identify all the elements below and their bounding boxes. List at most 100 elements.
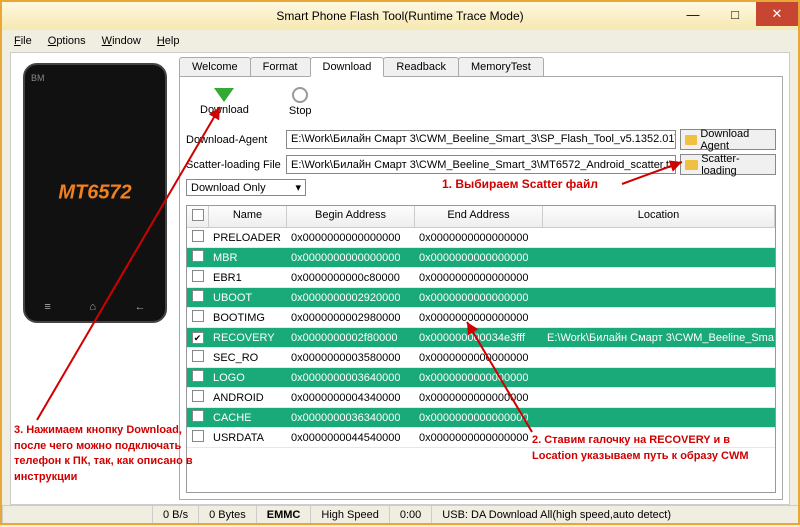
cell-begin: 0x0000000036340000 xyxy=(287,412,415,424)
cell-begin: 0x0000000002980000 xyxy=(287,312,415,324)
cell-end: 0x0000000000000000 xyxy=(415,392,543,404)
row-checkbox[interactable] xyxy=(192,410,204,422)
scatter-label: Scatter-loading File xyxy=(186,159,282,171)
status-usb: USB: DA Download All(high speed,auto det… xyxy=(431,506,798,523)
tab-welcome[interactable]: Welcome xyxy=(179,57,251,77)
cell-end: 0x0000000000000000 xyxy=(415,432,543,444)
title-bar: Smart Phone Flash Tool(Runtime Trace Mod… xyxy=(2,2,798,30)
annotation-3: 3. Нажимаем кнопку Download, после чего … xyxy=(14,422,214,484)
chevron-down-icon: ▾ xyxy=(295,181,301,194)
phone-brand: BM xyxy=(31,73,45,83)
cell-begin: 0x0000000000c80000 xyxy=(287,272,415,284)
row-checkbox[interactable] xyxy=(192,250,204,262)
download-button[interactable]: Download xyxy=(200,88,249,116)
cell-name: CACHE xyxy=(209,412,287,424)
menu-options[interactable]: Options xyxy=(42,33,92,49)
tab-strip: Welcome Format Download Readback MemoryT… xyxy=(179,57,543,77)
menu-bar: File Options Window Help xyxy=(2,30,798,52)
cell-begin: 0x0000000003580000 xyxy=(287,352,415,364)
menu-window[interactable]: Window xyxy=(96,33,147,49)
status-bar: 0 B/s 0 Bytes EMMC High Speed 0:00 USB: … xyxy=(2,505,798,523)
col-end[interactable]: End Address xyxy=(415,206,543,227)
col-name[interactable]: Name xyxy=(209,206,287,227)
row-checkbox[interactable] xyxy=(192,270,204,282)
check-all[interactable] xyxy=(192,209,204,221)
stop-icon xyxy=(292,87,308,103)
table-header: Name Begin Address End Address Location xyxy=(187,206,775,228)
col-begin[interactable]: Begin Address xyxy=(287,206,415,227)
row-checkbox[interactable] xyxy=(192,390,204,402)
cell-name: ANDROID xyxy=(209,392,287,404)
status-mode: High Speed xyxy=(310,506,389,523)
table-row[interactable]: LOGO0x00000000036400000x0000000000000000 xyxy=(187,368,775,388)
close-button[interactable]: ✕ xyxy=(756,2,798,26)
cell-begin: 0x0000000002920000 xyxy=(287,292,415,304)
table-row[interactable]: ANDROID0x00000000043400000x0000000000000… xyxy=(187,388,775,408)
col-location[interactable]: Location xyxy=(543,206,775,227)
maximize-button[interactable]: □ xyxy=(714,2,756,26)
status-type: EMMC xyxy=(256,506,311,523)
cell-location[interactable]: E:\Work\Билайн Смарт 3\CWM_Beeline_Smart… xyxy=(543,332,775,344)
table-row[interactable]: EBR10x0000000000c800000x0000000000000000 xyxy=(187,268,775,288)
cell-name: UBOOT xyxy=(209,292,287,304)
download-button-label: Download xyxy=(200,104,249,116)
table-row[interactable]: UBOOT0x00000000029200000x000000000000000… xyxy=(187,288,775,308)
cell-end: 0x0000000000000000 xyxy=(415,292,543,304)
cell-end: 0x0000000000000000 xyxy=(415,232,543,244)
phone-chip-label: MT6572 xyxy=(58,182,131,205)
cell-name: EBR1 xyxy=(209,272,287,284)
row-checkbox[interactable]: ✔ xyxy=(192,332,204,344)
da-field[interactable]: E:\Work\Билайн Смарт 3\CWM_Beeline_Smart… xyxy=(286,130,676,149)
cell-name: LOGO xyxy=(209,372,287,384)
cell-name: PRELOADER xyxy=(209,232,287,244)
table-row[interactable]: ✔RECOVERY0x0000000002f800000x00000000003… xyxy=(187,328,775,348)
status-speed: 0 B/s xyxy=(152,506,198,523)
minimize-button[interactable]: — xyxy=(672,2,714,26)
row-checkbox[interactable] xyxy=(192,370,204,382)
row-checkbox[interactable] xyxy=(192,350,204,362)
cell-end: 0x0000000000000000 xyxy=(415,372,543,384)
cell-begin: 0x0000000003640000 xyxy=(287,372,415,384)
tab-download[interactable]: Download xyxy=(310,57,385,77)
cell-name: SEC_RO xyxy=(209,352,287,364)
row-checkbox[interactable] xyxy=(192,230,204,242)
cell-begin: 0x0000000002f80000 xyxy=(287,332,415,344)
cell-begin: 0x0000000044540000 xyxy=(287,432,415,444)
folder-icon xyxy=(685,135,697,145)
scatter-field[interactable]: E:\Work\Билайн Смарт 3\CWM_Beeline_Smart… xyxy=(286,155,676,174)
status-time: 0:00 xyxy=(389,506,431,523)
window-title: Smart Phone Flash Tool(Runtime Trace Mod… xyxy=(276,9,523,23)
table-row[interactable]: PRELOADER0x00000000000000000x00000000000… xyxy=(187,228,775,248)
tab-memorytest[interactable]: MemoryTest xyxy=(458,57,544,77)
cell-end: 0x0000000000000000 xyxy=(415,412,543,424)
folder-icon xyxy=(685,160,698,170)
status-bytes: 0 Bytes xyxy=(198,506,256,523)
phone-nav-icons: ≡⌂← xyxy=(25,301,165,313)
cell-end: 0x0000000000000000 xyxy=(415,352,543,364)
scatter-browse-button[interactable]: Scatter-loading xyxy=(680,154,776,175)
cell-name: MBR xyxy=(209,252,287,264)
table-row[interactable]: BOOTIMG0x00000000029800000x0000000000000… xyxy=(187,308,775,328)
menu-help[interactable]: Help xyxy=(151,33,186,49)
download-mode-combo[interactable]: Download Only▾ xyxy=(186,179,306,196)
cell-end: 0x0000000000000000 xyxy=(415,252,543,264)
cell-name: RECOVERY xyxy=(209,332,287,344)
cell-begin: 0x0000000004340000 xyxy=(287,392,415,404)
menu-file[interactable]: File xyxy=(8,33,38,49)
table-row[interactable]: CACHE0x00000000363400000x000000000000000… xyxy=(187,408,775,428)
cell-begin: 0x0000000000000000 xyxy=(287,252,415,264)
cell-end: 0x0000000000000000 xyxy=(415,312,543,324)
download-icon xyxy=(214,88,234,102)
stop-button[interactable]: Stop xyxy=(289,87,312,117)
annotation-1: 1. Выбираем Scatter файл xyxy=(442,177,598,193)
tab-format[interactable]: Format xyxy=(250,57,311,77)
cell-begin: 0x0000000000000000 xyxy=(287,232,415,244)
cell-name: BOOTIMG xyxy=(209,312,287,324)
cell-name: USRDATA xyxy=(209,432,287,444)
row-checkbox[interactable] xyxy=(192,310,204,322)
tab-readback[interactable]: Readback xyxy=(383,57,459,77)
row-checkbox[interactable] xyxy=(192,290,204,302)
table-row[interactable]: MBR0x00000000000000000x0000000000000000 xyxy=(187,248,775,268)
table-row[interactable]: SEC_RO0x00000000035800000x00000000000000… xyxy=(187,348,775,368)
da-browse-button[interactable]: Download Agent xyxy=(680,129,776,150)
